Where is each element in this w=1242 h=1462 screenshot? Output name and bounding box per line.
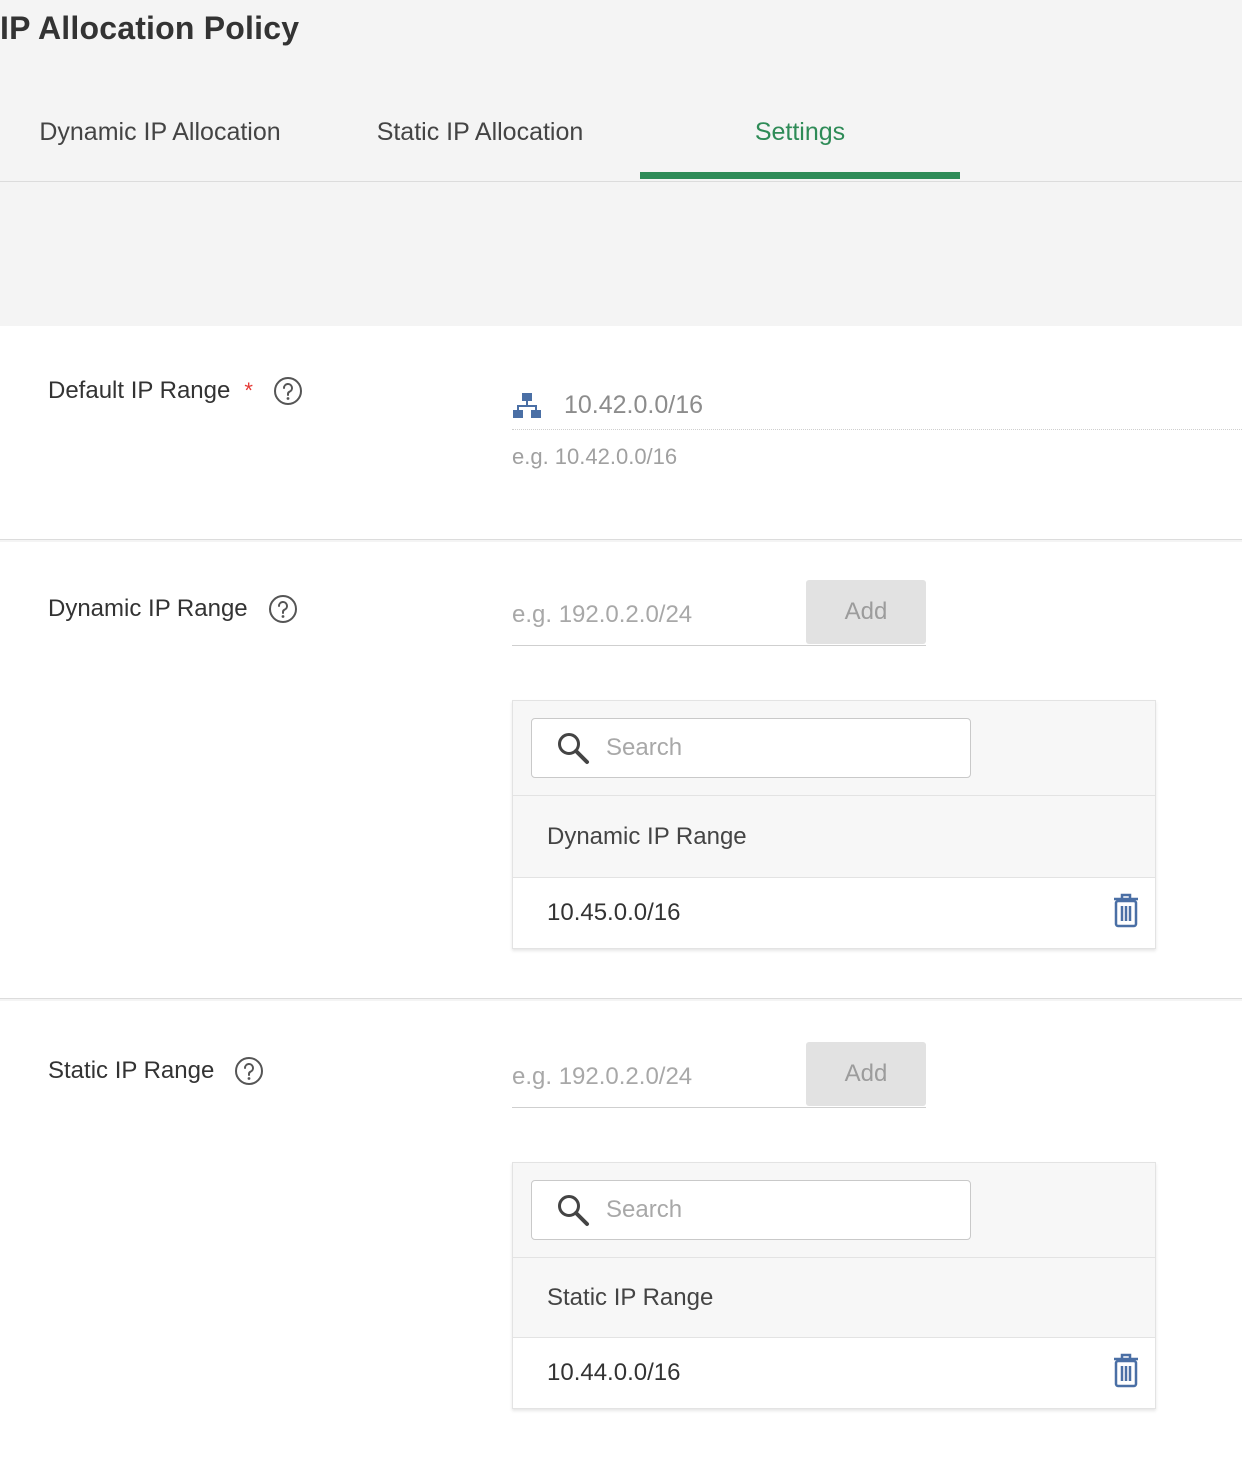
dynamic-ip-input-group: Add [512, 580, 926, 646]
static-ip-range-label-row: Static IP Range [48, 1056, 264, 1086]
dynamic-search-box[interactable] [531, 718, 971, 778]
network-icon [512, 392, 542, 420]
default-ip-range-label-row: Default IP Range * [48, 376, 303, 406]
dynamic-column-header[interactable]: Dynamic IP Range [513, 796, 1155, 878]
static-add-button[interactable]: Add [806, 1042, 926, 1106]
dynamic-ip-table: Dynamic IP Range 10.45.0.0/16 [512, 700, 1156, 949]
default-ip-range-text: 10.42.0.0/16 [564, 391, 704, 419]
dynamic-add-button[interactable]: Add [806, 580, 926, 644]
default-ip-range-section [0, 326, 1242, 540]
active-tab-indicator [640, 172, 960, 179]
trash-icon[interactable] [1111, 892, 1141, 928]
default-ip-range-label: Default IP Range [48, 377, 231, 404]
dynamic-ip-input[interactable] [512, 590, 802, 640]
static-ip-range-cell: 10.44.0.0/16 [547, 1359, 681, 1386]
static-ip-table: Static IP Range 10.44.0.0/16 [512, 1162, 1156, 1409]
help-icon[interactable] [234, 1056, 264, 1086]
static-search-input[interactable] [606, 1196, 946, 1224]
table-row: 10.44.0.0/16 [513, 1338, 1155, 1408]
help-icon[interactable] [273, 376, 303, 406]
dynamic-search-bar [513, 701, 1155, 796]
help-icon[interactable] [268, 594, 298, 624]
default-ip-range-hint: e.g. 10.42.0.0/16 [512, 444, 678, 469]
search-icon [556, 731, 590, 765]
dynamic-ip-range-cell: 10.45.0.0/16 [547, 899, 681, 926]
tab-static-ip-allocation[interactable]: Static IP Allocation [370, 112, 590, 152]
tab-settings[interactable]: Settings [640, 112, 960, 152]
static-search-box[interactable] [531, 1180, 971, 1240]
tab-dynamic-ip-allocation[interactable]: Dynamic IP Allocation [34, 112, 286, 152]
static-ip-range-label: Static IP Range [48, 1057, 215, 1084]
required-mark: * [244, 378, 253, 403]
default-ip-range-value: 10.42.0.0/16 [512, 382, 1242, 430]
dynamic-ip-range-label: Dynamic IP Range [48, 595, 248, 622]
static-ip-input-group: Add [512, 1042, 926, 1108]
page-header: IP Allocation Policy Dynamic IP Allocati… [0, 0, 1242, 182]
dynamic-ip-range-label-row: Dynamic IP Range [48, 594, 298, 624]
trash-icon[interactable] [1111, 1352, 1141, 1388]
static-column-header[interactable]: Static IP Range [513, 1258, 1155, 1338]
dynamic-search-input[interactable] [606, 734, 946, 762]
table-row: 10.45.0.0/16 [513, 878, 1155, 948]
static-search-bar [513, 1163, 1155, 1258]
static-ip-input[interactable] [512, 1052, 802, 1102]
search-icon [556, 1193, 590, 1227]
page-title: IP Allocation Policy [0, 10, 300, 46]
